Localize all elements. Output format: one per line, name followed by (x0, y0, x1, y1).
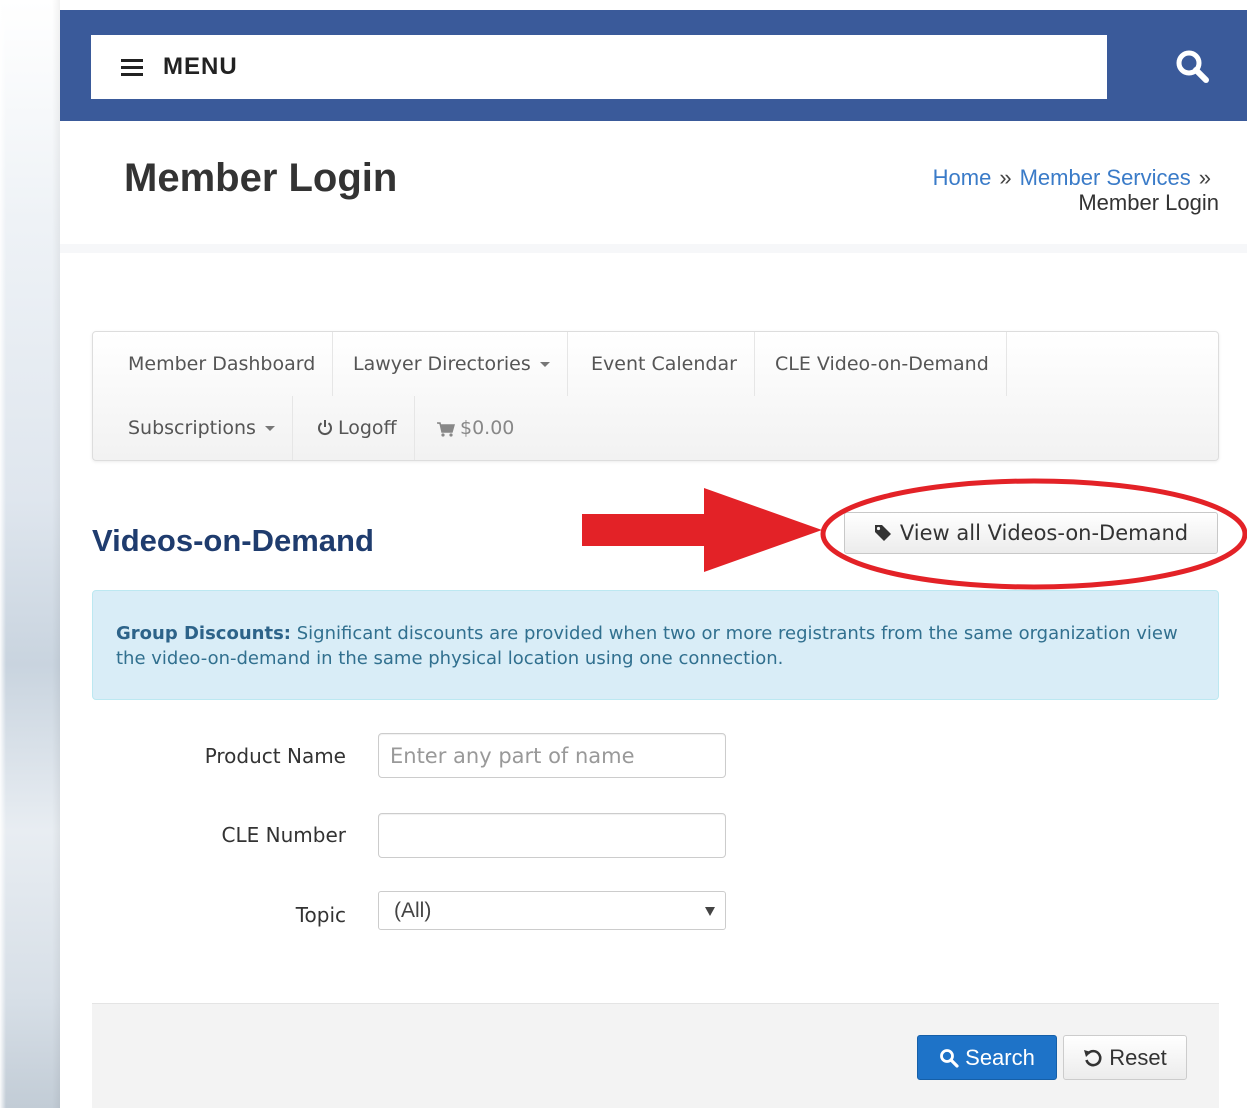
breadcrumb-home-link[interactable]: Home (933, 165, 992, 190)
member-subnav: Member Dashboard Lawyer Directories Even… (92, 331, 1219, 461)
title-band: Member Login Home » Member Services » Membe… (60, 121, 1247, 253)
nav-item-subscriptions[interactable]: Subscriptions (111, 396, 293, 460)
nav-item-label: CLE Video-on-Demand (775, 353, 989, 375)
section-title: Videos-on-Demand (92, 523, 374, 558)
nav-item-event-calendar[interactable]: Event Calendar (574, 332, 755, 396)
alert-heading: Group Discounts: (116, 623, 291, 644)
search-button-label: Search (965, 1044, 1035, 1070)
cle-number-label: CLE Number (221, 823, 346, 847)
nav-item-cle-video-on-demand[interactable]: CLE Video-on-Demand (758, 332, 1007, 396)
reset-button-label: Reset (1109, 1044, 1167, 1070)
nav-item-cart[interactable]: $0.00 (420, 396, 531, 460)
cart-total: $0.00 (460, 417, 515, 439)
caret-down-icon (264, 426, 275, 431)
site-header: MENU (60, 10, 1247, 121)
cle-number-input[interactable] (378, 813, 726, 858)
nav-item-label: Event Calendar (591, 353, 737, 375)
group-discounts-alert: Group Discounts: Significant discounts a… (92, 590, 1219, 700)
breadcrumb: Home » Member Services » Member Login (933, 165, 1219, 215)
caret-down-icon (539, 362, 550, 367)
view-all-label: View all Videos-on-Demand (899, 521, 1189, 545)
background-image-strip (0, 0, 60, 1108)
topic-selected-value: (All) (394, 899, 432, 922)
reset-button[interactable]: Reset (1063, 1035, 1187, 1080)
topic-label: Topic (295, 903, 346, 927)
breadcrumb-member-services-link[interactable]: Member Services (1020, 165, 1191, 190)
power-icon (318, 420, 332, 435)
nav-item-label: Lawyer Directories (353, 353, 531, 375)
search-button[interactable]: Search (917, 1035, 1057, 1080)
breadcrumb-separator: » (999, 165, 1012, 190)
product-name-input[interactable] (378, 733, 726, 778)
page: MENU Member Login Home » Member Services » … (60, 10, 1247, 1108)
nav-item-logoff[interactable]: Logoff (300, 396, 415, 460)
undo-icon (1084, 1049, 1102, 1066)
menu-toggle-button[interactable]: MENU (91, 35, 1107, 99)
red-arrow-annotation (582, 488, 822, 572)
breadcrumb-current: Member Login (1078, 190, 1219, 215)
nav-item-label: Logoff (338, 417, 397, 439)
breadcrumb-separator: » (1198, 165, 1211, 190)
page-title: Member Login (124, 156, 398, 200)
topic-select[interactable]: (All) (378, 891, 726, 930)
search-icon (940, 1048, 959, 1068)
nav-item-member-dashboard[interactable]: Member Dashboard (111, 332, 334, 396)
menu-label: MENU (163, 53, 238, 80)
cart-icon (437, 422, 455, 437)
tag-icon (874, 525, 891, 541)
nav-item-label: Subscriptions (128, 417, 256, 439)
search-icon[interactable] (1174, 48, 1210, 84)
dropdown-arrow-icon (705, 907, 715, 916)
hamburger-icon (121, 58, 143, 76)
nav-item-label: Member Dashboard (128, 353, 316, 375)
product-name-label: Product Name (204, 744, 346, 768)
nav-item-lawyer-directories[interactable]: Lawyer Directories (336, 332, 568, 396)
view-all-videos-button[interactable]: View all Videos-on-Demand (844, 512, 1218, 554)
